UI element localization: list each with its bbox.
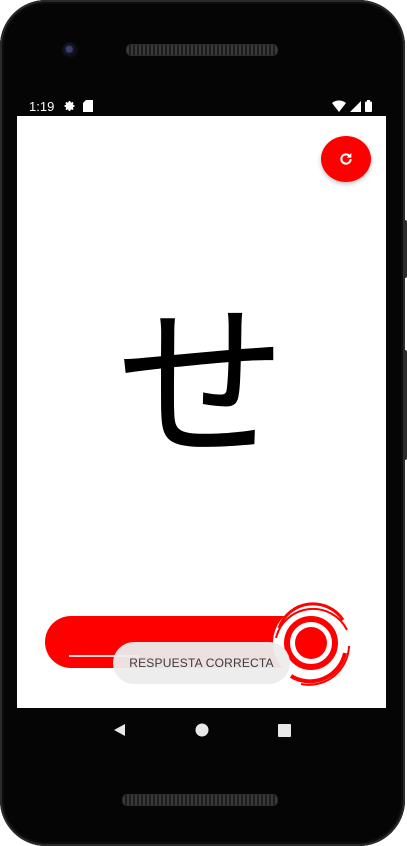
refresh-button[interactable] xyxy=(321,136,371,182)
signal-icon xyxy=(350,100,361,112)
home-icon[interactable] xyxy=(195,723,209,737)
back-icon[interactable] xyxy=(112,723,126,737)
volume-button xyxy=(403,350,407,460)
bottom-speaker xyxy=(122,794,278,806)
status-time: 1:19 xyxy=(29,98,55,114)
kana-character: せ xyxy=(116,287,287,485)
refresh-icon xyxy=(340,153,352,165)
gear-icon xyxy=(64,101,75,111)
app-screen: せ RESPUESTA CORRECTA xyxy=(17,116,386,708)
status-bar: 1:19 xyxy=(17,96,386,116)
battery-icon xyxy=(365,100,372,112)
wifi-icon xyxy=(332,100,346,112)
navigation-bar xyxy=(17,708,386,752)
power-button xyxy=(403,220,407,278)
front-camera xyxy=(62,42,78,58)
top-speaker xyxy=(126,44,278,56)
recents-icon[interactable] xyxy=(278,723,292,737)
toast-message: RESPUESTA CORRECTA xyxy=(113,642,290,684)
sd-card-icon xyxy=(83,100,94,112)
